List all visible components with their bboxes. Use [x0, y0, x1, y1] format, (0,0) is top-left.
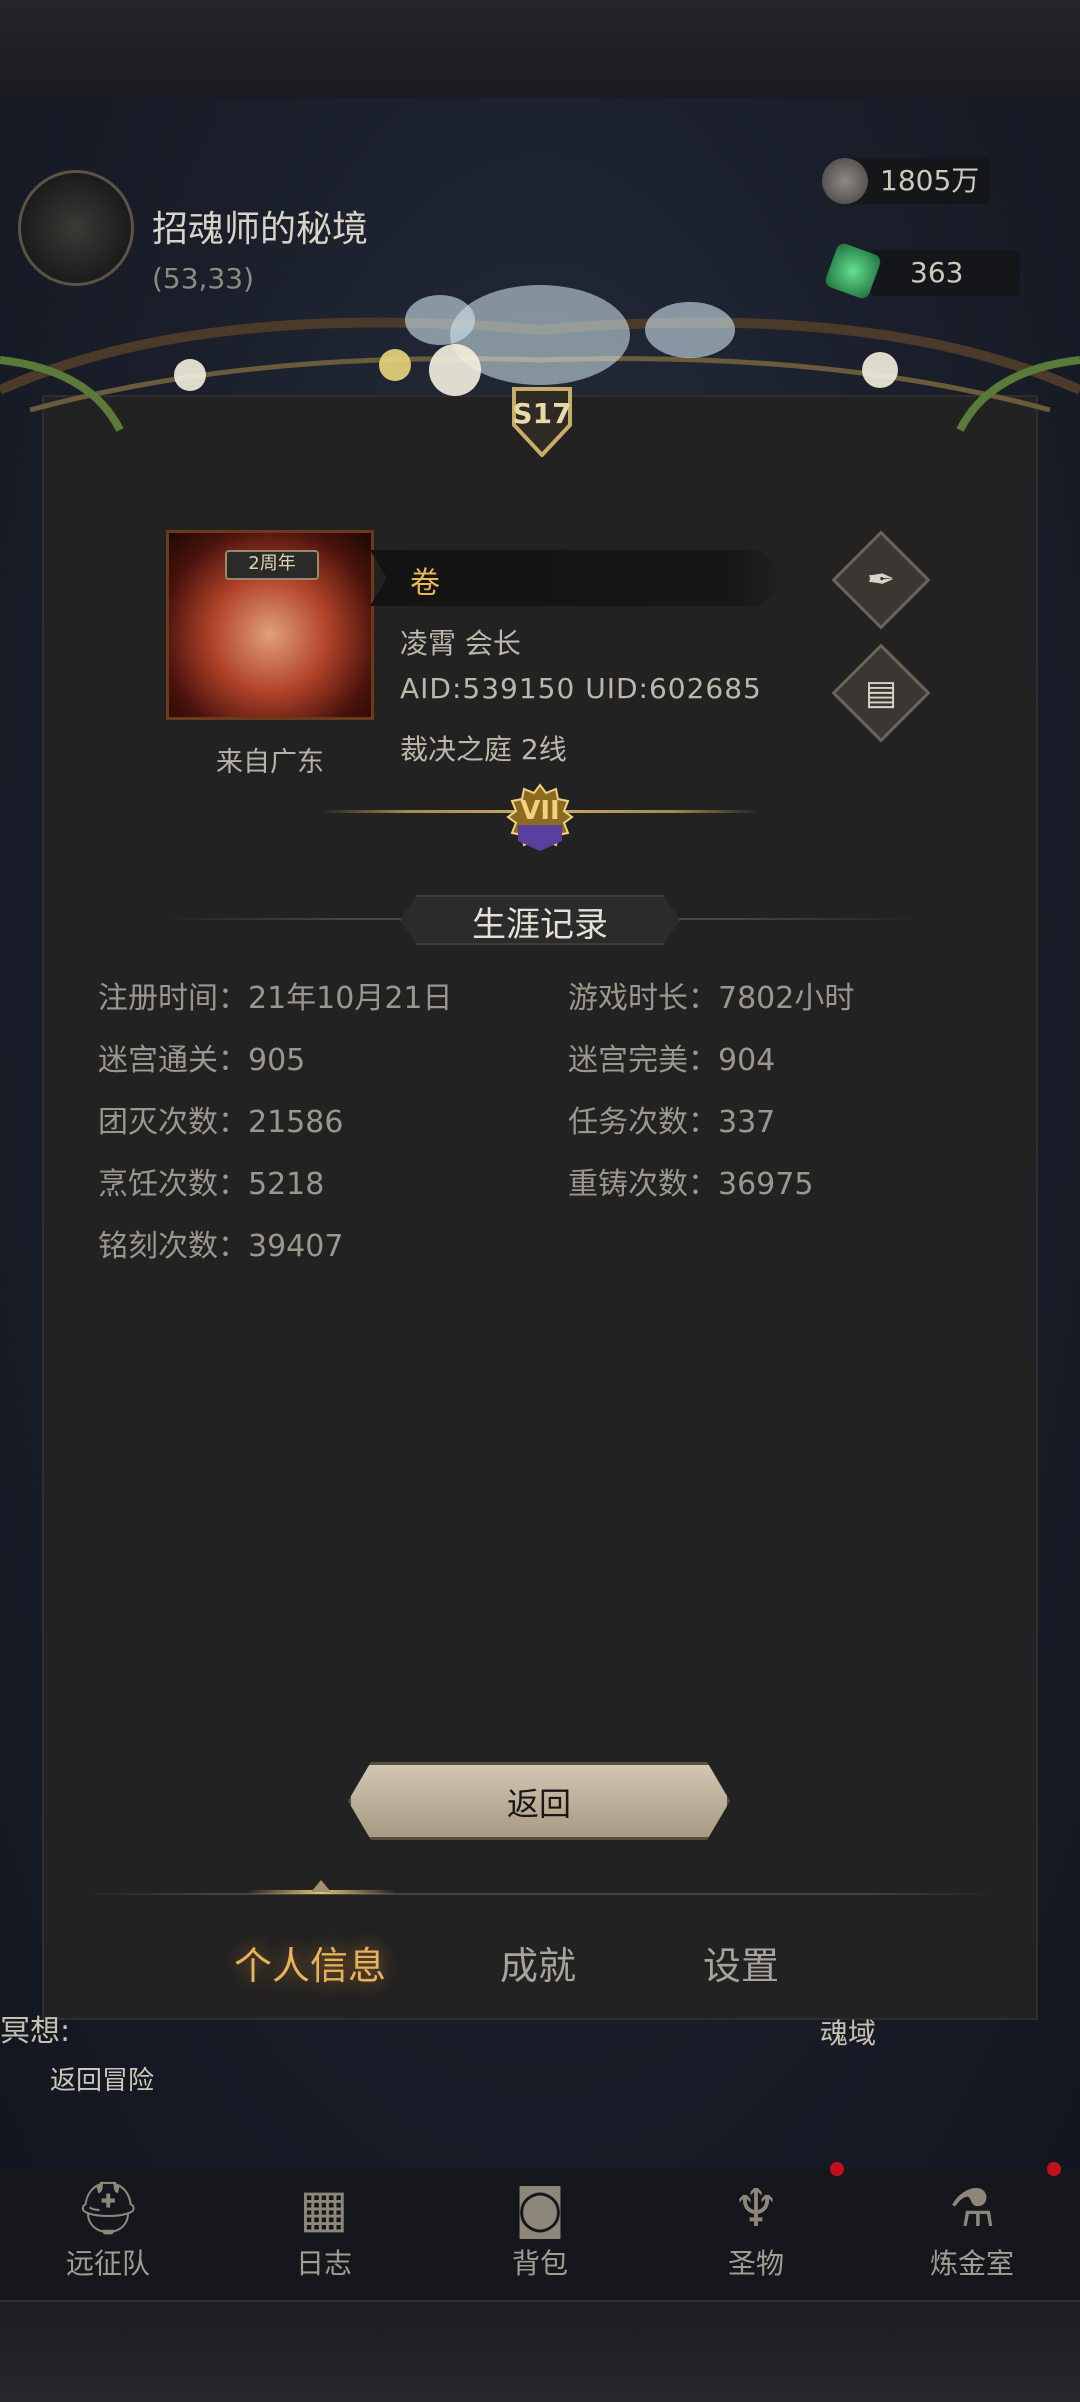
location-name: 招魂师的秘境	[152, 209, 369, 250]
silver-coin-icon	[822, 158, 868, 204]
stat-reforge: 重铸次数：36975	[568, 1167, 814, 1202]
nav-relics[interactable]: ♆ 圣物	[671, 2170, 841, 2300]
backpack-icon: ◙	[514, 2179, 566, 2239]
nav-backpack-label: 背包	[511, 2247, 568, 2280]
chalice-icon: ♆	[732, 2179, 780, 2239]
return-adventure-button[interactable]: 返回冒险	[50, 2060, 154, 2097]
rank-level: VII	[520, 796, 560, 826]
nav-relics-label: 圣物	[727, 2247, 784, 2280]
nav-log[interactable]: ▦ 日志	[239, 2170, 409, 2300]
tab-divider	[82, 1893, 998, 1895]
bg-meditation-text: 冥想:	[0, 2014, 71, 2049]
stat-play-time: 游戏时长：7802小时	[568, 981, 855, 1016]
nav-alchemy-label: 炼金室	[929, 2247, 1014, 2280]
stat-team-wipes: 团灭次数：21586	[98, 1105, 344, 1140]
nav-expedition[interactable]: ⛑ 远征队	[23, 2170, 193, 2300]
stat-maze-perfect: 迷宫完美：904	[568, 1043, 776, 1078]
stat-quests: 任务次数：337	[568, 1105, 776, 1140]
player-ids: AID:539150 UID:602685	[400, 672, 762, 705]
scroll-map-icon: ▦	[299, 2179, 349, 2239]
top-frame	[0, 0, 1080, 100]
season-label: S17	[512, 397, 572, 430]
stat-engrave: 铭刻次数：39407	[98, 1229, 344, 1264]
document-icon: ▤	[864, 673, 898, 713]
tab-achievements[interactable]: 成就	[500, 1935, 576, 1990]
nav-backpack[interactable]: ◙ 背包	[455, 2170, 625, 2300]
alchemy-notification-dot	[1047, 2162, 1061, 2176]
tab-caret-icon	[311, 1880, 331, 1892]
resource-gem-value: 363	[910, 256, 964, 289]
alchemy-icon: ⚗	[948, 2179, 996, 2239]
nav-log-label: 日志	[295, 2247, 352, 2280]
player-name: 卷	[410, 566, 440, 601]
stat-maze-clear: 迷宫通关：905	[98, 1043, 306, 1078]
bg-soul-domain-text: 魂域	[820, 2017, 877, 2050]
relics-notification-dot	[830, 2162, 844, 2176]
bottom-frame	[0, 2300, 1080, 2402]
location-emblem[interactable]	[18, 170, 134, 286]
resource-silver-value: 1805万	[880, 164, 980, 197]
career-title: 生涯记录	[472, 905, 608, 945]
player-origin: 来自广东	[216, 747, 324, 778]
server-info: 裁决之庭 2线	[400, 733, 567, 766]
location-coords: (53,33)	[152, 262, 255, 295]
tab-personal-info[interactable]: 个人信息	[234, 1935, 386, 1990]
stat-cooking: 烹饪次数：5218	[98, 1167, 325, 1202]
nav-expedition-label: 远征队	[65, 2247, 150, 2280]
avatar-frame-tag: 2周年	[225, 550, 319, 580]
guild-role: 凌霄 会长	[400, 627, 521, 660]
resource-gem: 363	[870, 250, 1020, 296]
viking-helmet-icon: ⛑	[74, 2179, 141, 2239]
nav-alchemy[interactable]: ⚗ 炼金室	[887, 2170, 1057, 2300]
back-button-label: 返回	[506, 1785, 571, 1823]
quill-icon: ✒	[866, 560, 896, 600]
tab-settings[interactable]: 设置	[703, 1935, 779, 1990]
stat-register-time: 注册时间：21年10月21日	[98, 981, 453, 1016]
